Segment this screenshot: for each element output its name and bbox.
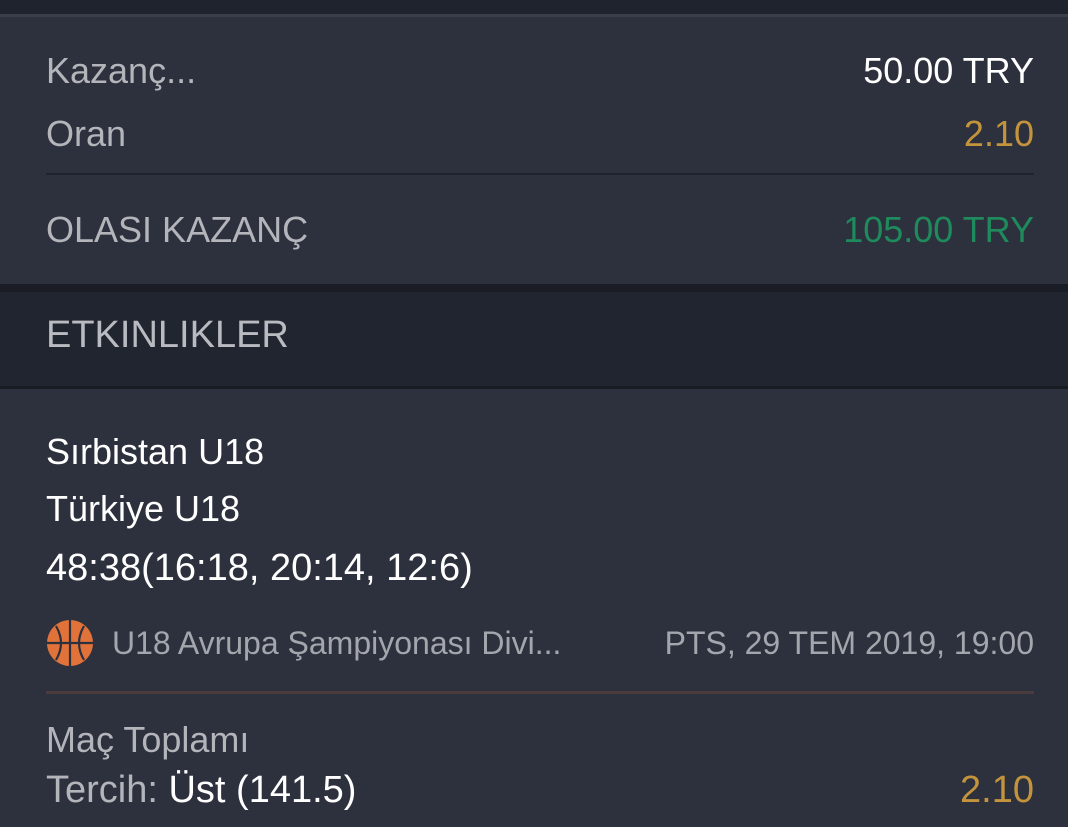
away-team: Türkiye U18: [46, 488, 241, 529]
odds-row: Oran 2.10: [46, 113, 1034, 155]
event-card[interactable]: Sırbistan U18 Türkiye U18 48:38(16:18, 2…: [0, 389, 1068, 827]
stake-row: Kazanç... 50.00 TRY: [46, 50, 1034, 92]
selection-row: Tercih: Üst (141.5) 2.10: [46, 769, 1034, 812]
stake-label: Kazanç...: [46, 50, 197, 91]
summary-divider: [46, 173, 1034, 175]
potential-win-row: OLASI KAZANÇ 105.00 TRY: [46, 209, 1034, 251]
odds-label: Oran: [46, 113, 127, 154]
home-team: Sırbistan U18: [46, 431, 265, 472]
bet-summary: Kazanç... 50.00 TRY Oran 2.10 OLASI KAZA…: [0, 17, 1068, 285]
basketball-icon: [47, 620, 93, 666]
market-name: Maç Toplamı: [46, 719, 250, 760]
potential-win-value: 105.00 TRY: [843, 209, 1034, 250]
selection-value: Üst (141.5): [168, 769, 357, 811]
section-separator: [0, 284, 1068, 292]
selection-text: Tercih: Üst (141.5): [46, 769, 356, 812]
league-name: U18 Avrupa Şampiyonası Divi...: [112, 624, 562, 661]
event-datetime: PTS, 29 TEM 2019, 19:00: [664, 624, 1034, 661]
potential-win-label: OLASI KAZANÇ: [46, 209, 309, 250]
event-meta: U18 Avrupa Şampiyonası Divi... PTS, 29 T…: [46, 619, 1034, 667]
events-section-title: ETKINLIKLER: [46, 314, 289, 356]
selection-odds: 2.10: [960, 769, 1034, 811]
top-bar: [0, 0, 1068, 14]
match-score: 48:38(16:18, 20:14, 12:6): [46, 547, 473, 589]
selection-label: Tercih:: [46, 769, 169, 811]
stake-value: 50.00 TRY: [863, 50, 1034, 91]
events-section-header: ETKINLIKLER: [0, 292, 1068, 386]
odds-value: 2.10: [963, 113, 1034, 154]
event-divider: [46, 691, 1034, 694]
